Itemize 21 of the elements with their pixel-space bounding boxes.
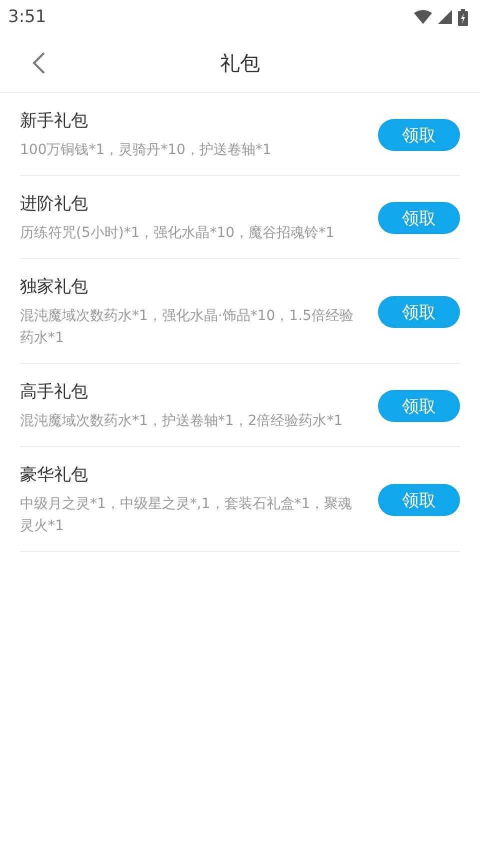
back-icon — [32, 51, 46, 75]
pack-contents: 混沌魔域次数药水*1，护送卷轴*1，2倍经验药水*1 — [20, 412, 343, 431]
pack-name: 进阶礼包 — [20, 193, 89, 216]
pack-contents: 混沌魔域次数药水*1，强化水晶·饰品*10，1.5倍经验药水*1 — [20, 307, 354, 348]
battery-icon — [458, 8, 468, 26]
pack-name: 豪华礼包 — [20, 464, 89, 487]
claim-button[interactable]: 领取 — [378, 119, 460, 151]
signal-icon — [438, 10, 452, 24]
pack-contents: 中级月之灵*1，中级星之灵*,1，套装石礼盒*1，聚魂灵火*1 — [20, 495, 354, 536]
pack-name: 高手礼包 — [20, 381, 89, 404]
pack-name: 新手礼包 — [20, 110, 89, 133]
claim-button[interactable]: 领取 — [378, 484, 460, 516]
wifi-icon — [414, 10, 432, 24]
status-time: 3:51 — [8, 7, 46, 27]
claim-button[interactable]: 领取 — [378, 390, 460, 422]
claim-button[interactable]: 领取 — [378, 296, 460, 328]
page-title: 礼包 — [220, 50, 260, 76]
claim-button[interactable]: 领取 — [378, 202, 460, 234]
pack-contents: 100万铜钱*1，灵骑丹*10，护送卷轴*1 — [20, 141, 272, 160]
pack-contents: 历练符咒(5小时)*1，强化水晶*10，魔谷招魂铃*1 — [20, 224, 334, 243]
pack-name: 独家礼包 — [20, 276, 89, 299]
